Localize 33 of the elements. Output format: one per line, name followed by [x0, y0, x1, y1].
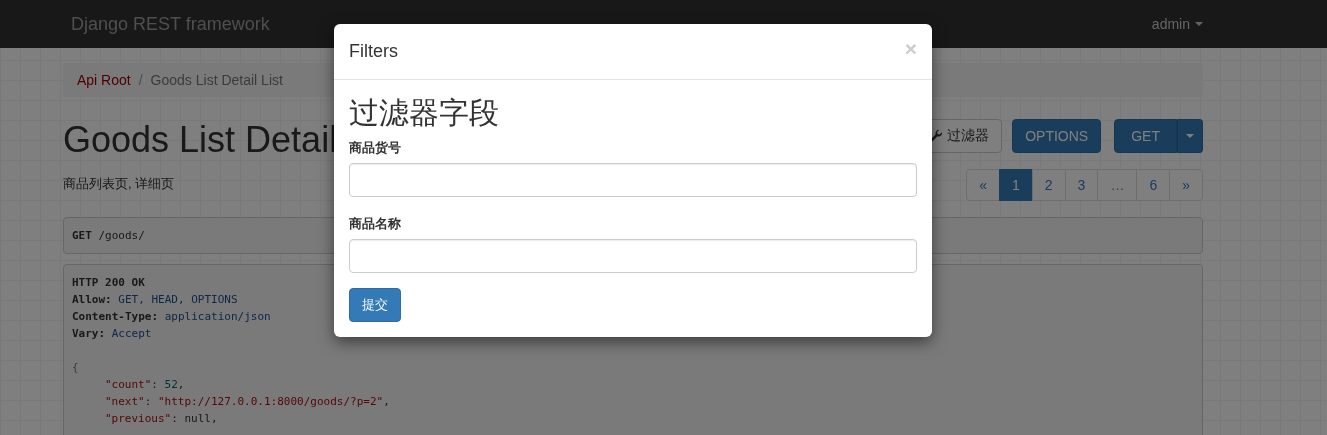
get-button[interactable]: GET: [1114, 119, 1177, 153]
options-button[interactable]: OPTIONS: [1012, 119, 1102, 153]
caret-icon: [1195, 22, 1203, 26]
page-description: 商品列表页, 详细页: [63, 175, 175, 193]
json-line: "next": "http://127.0.0.1:8000/goods/?p=2",: [105, 394, 390, 410]
breadcrumb-separator: /: [138, 72, 143, 88]
breadcrumb-link[interactable]: Api Root: [77, 72, 131, 88]
form-heading: 过滤器字段: [349, 95, 500, 131]
json-line: {: [72, 360, 79, 376]
response-header: Content-Type: application/json: [72, 309, 271, 325]
dialog-title: Filters: [349, 41, 398, 62]
response-header: HTTP 200 OK: [72, 275, 145, 291]
page-link[interactable]: 1: [999, 169, 1033, 201]
dropdown-toggle[interactable]: [1177, 119, 1203, 153]
user-menu[interactable]: admin: [1151, 16, 1203, 32]
json-line: "count": 52,: [105, 377, 185, 393]
page-link[interactable]: 3: [1064, 169, 1099, 201]
page-link[interactable]: »: [1169, 169, 1203, 201]
page-link[interactable]: 2: [1031, 169, 1066, 201]
breadcrumb-link[interactable]: Goods List Detail List: [150, 72, 283, 88]
page-title: Goods List Detail: [63, 119, 338, 161]
json-line: "previous": null,: [105, 411, 218, 427]
field-label: 商品名称: [349, 215, 402, 233]
request-line: GET /goods/: [72, 228, 145, 244]
page-link[interactable]: «: [966, 169, 1000, 201]
response-header: Vary: Accept: [72, 326, 152, 342]
response-header: Allow: GET, HEAD, OPTIONS: [72, 292, 238, 308]
input-field[interactable]: [349, 239, 917, 273]
field-label: 商品货号: [349, 139, 402, 157]
page-link[interactable]: 6: [1136, 169, 1171, 201]
close-button[interactable]: ×: [904, 36, 917, 61]
submit-button[interactable]: 提交: [349, 288, 401, 322]
input-field[interactable]: [349, 163, 917, 197]
